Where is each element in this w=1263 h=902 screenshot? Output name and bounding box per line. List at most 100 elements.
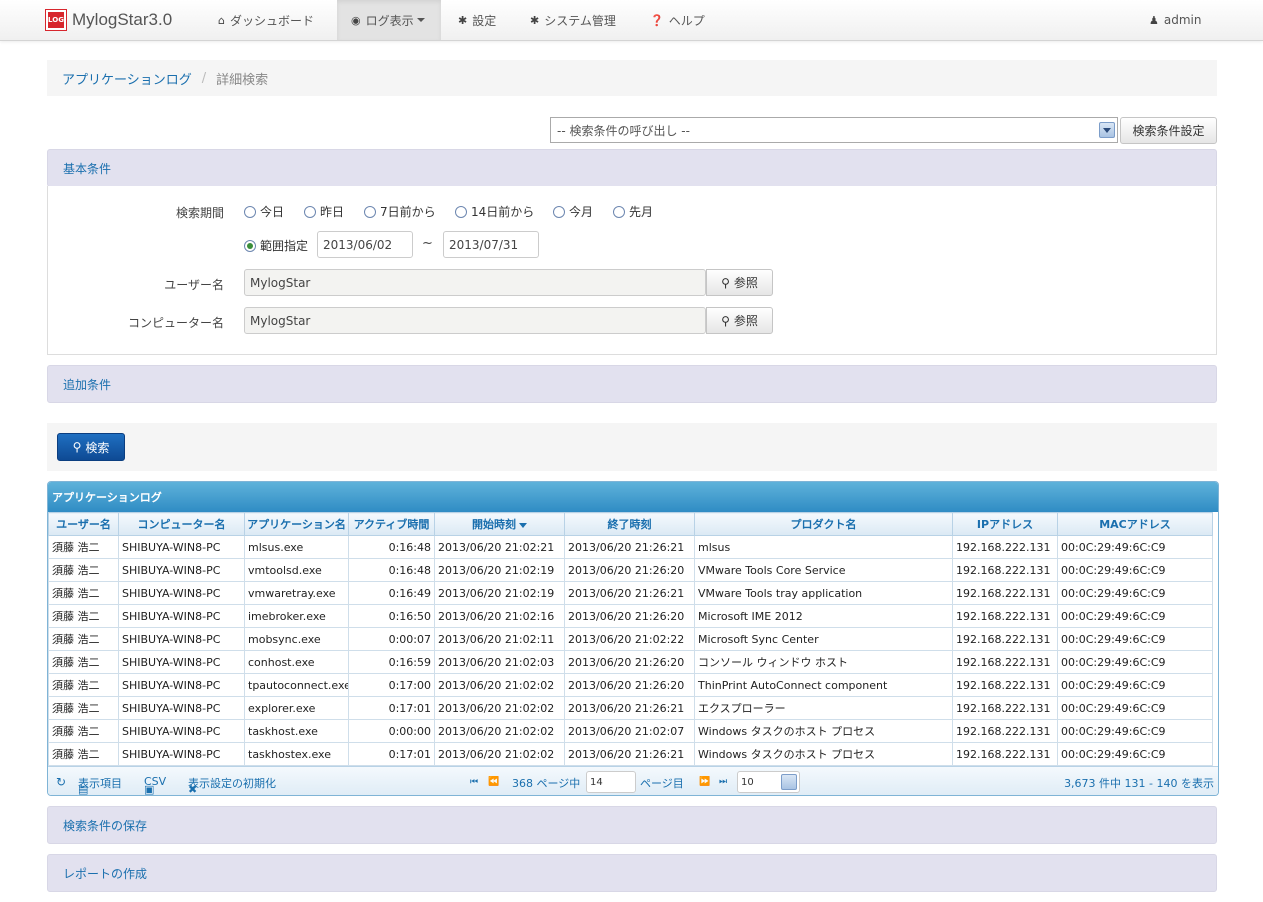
saved-conditions-select[interactable]: -- 検索条件の呼び出し -- (550, 117, 1118, 143)
cell-active-time: 0:16:59 (348, 650, 435, 674)
page-size-select[interactable]: 10 (737, 771, 800, 793)
nav-system[interactable]: ✱ システム管理 (516, 0, 630, 40)
table-row[interactable]: 須藤 浩二 SHIBUYA-WIN8-PC mobsync.exe 0:00:07 20… (48, 627, 1213, 651)
columns-button[interactable]: ▤ 表示項目 (78, 775, 122, 795)
table-row[interactable]: 須藤 浩二 SHIBUYA-WIN8-PC tpautoconnect.exe 0:1… (48, 673, 1213, 697)
nav-help[interactable]: ❓ ヘルプ (636, 0, 719, 40)
col-application[interactable]: アプリケーション名 (244, 512, 349, 536)
page-number-input[interactable]: 14 (586, 771, 636, 793)
table-row[interactable]: 須藤 浩二 SHIBUYA-WIN8-PC explorer.exe 0:17:01 2… (48, 696, 1213, 720)
period-14days-radio[interactable]: 14日前から (455, 203, 534, 220)
col-user[interactable]: ユーザー名 (48, 512, 119, 536)
cell-computer: SHIBUYA-WIN8-PC (118, 719, 245, 743)
period-this-month-radio[interactable]: 今月 (553, 203, 593, 220)
cell-application: vmtoolsd.exe (244, 558, 349, 582)
cell-ip: 192.168.222.131 (952, 673, 1058, 697)
brand[interactable]: LOG MylogStar3.0 (45, 9, 172, 31)
col-mac[interactable]: MACアドレス (1057, 512, 1213, 536)
last-page-icon[interactable]: ⏭ (719, 777, 727, 787)
computer-browse-button[interactable]: ⚲ 参照 (706, 307, 773, 334)
table-row[interactable]: 須藤 浩二 SHIBUYA-WIN8-PC conhost.exe 0:16:59 20… (48, 650, 1213, 674)
cell-product: mlsus (694, 535, 953, 559)
nav-log-view[interactable]: ◉ ログ表示 (337, 0, 441, 40)
reset-view-label: 表示設定の初期化 (188, 777, 276, 790)
col-start-time[interactable]: 開始時刻 (434, 512, 565, 536)
table-body: 須藤 浩二 SHIBUYA-WIN8-PC mlsus.exe 0:16:48 2013… (48, 535, 1213, 766)
col-ip[interactable]: IPアドレス (952, 512, 1058, 536)
cell-mac: 00:0C:29:49:6C:C9 (1057, 581, 1213, 605)
date-from-input[interactable]: 2013/06/02 (317, 231, 413, 258)
chevron-down-icon[interactable] (1099, 122, 1115, 138)
reset-view-button[interactable]: ✖ 表示設定の初期化 (188, 775, 276, 795)
user-name-input[interactable]: MylogStar (244, 269, 706, 296)
create-report-header[interactable]: レポートの作成 (47, 854, 1217, 892)
table-row[interactable]: 須藤 浩二 SHIBUYA-WIN8-PC vmtoolsd.exe 0:16:48 2… (48, 558, 1213, 582)
period-today-radio[interactable]: 今日 (244, 203, 284, 220)
computer-browse-label: 参照 (733, 314, 758, 328)
nav-dashboard[interactable]: ⌂ ダッシュボード (204, 0, 328, 40)
record-summary: 3,673 件中 131 - 140 を表示 (1064, 777, 1214, 790)
table-row[interactable]: 須藤 浩二 SHIBUYA-WIN8-PC mlsus.exe 0:16:48 2013… (48, 535, 1213, 559)
basic-conditions-header[interactable]: 基本条件 (47, 149, 1217, 187)
cell-mac: 00:0C:29:49:6C:C9 (1057, 535, 1213, 559)
cell-user: 須藤 浩二 (48, 742, 119, 766)
col-computer[interactable]: コンピューター名 (118, 512, 245, 536)
table-row[interactable]: 須藤 浩二 SHIBUYA-WIN8-PC taskhost.exe 0:00:00 2… (48, 719, 1213, 743)
period-last-month-radio[interactable]: 先月 (613, 203, 653, 220)
table-row[interactable]: 須藤 浩二 SHIBUYA-WIN8-PC imebroker.exe 0:16:50… (48, 604, 1213, 628)
cell-mac: 00:0C:29:49:6C:C9 (1057, 719, 1213, 743)
prev-page-icon[interactable]: ⏪ (488, 777, 499, 787)
col-end-time[interactable]: 終了時刻 (564, 512, 695, 536)
top-navbar: LOG MylogStar3.0 ⌂ ダッシュボード ◉ ログ表示 ✱ 設定 ✱… (0, 0, 1263, 41)
col-product[interactable]: プロダクト名 (694, 512, 953, 536)
additional-conditions-header[interactable]: 追加条件 (47, 365, 1217, 403)
next-page-icon[interactable]: ⏩ (699, 777, 710, 787)
eye-icon: ◉ (351, 13, 361, 27)
cell-application: mlsus.exe (244, 535, 349, 559)
user-menu[interactable]: ♟ admin (1135, 0, 1215, 40)
cell-start-time: 2013/06/20 21:02:19 (434, 581, 565, 605)
cell-start-time: 2013/06/20 21:02:02 (434, 673, 565, 697)
nav-settings[interactable]: ✱ 設定 (444, 0, 510, 40)
table-row[interactable]: 須藤 浩二 SHIBUYA-WIN8-PC vmwaretray.exe 0:16:4… (48, 581, 1213, 605)
cell-user: 須藤 浩二 (48, 719, 119, 743)
cell-product: VMware Tools tray application (694, 581, 953, 605)
period-14days-label: 14日前から (471, 205, 535, 219)
cell-active-time: 0:16:48 (348, 558, 435, 582)
cell-ip: 192.168.222.131 (952, 604, 1058, 628)
nav-system-label: システム管理 (544, 13, 616, 28)
radio-circle (455, 205, 467, 218)
cell-computer: SHIBUYA-WIN8-PC (118, 558, 245, 582)
cell-product: コンソール ウィンドウ ホスト (694, 650, 953, 674)
cell-mac: 00:0C:29:49:6C:C9 (1057, 696, 1213, 720)
csv-button[interactable]: ▣ CSV (144, 775, 166, 795)
refresh-icon[interactable]: ↻ (56, 775, 66, 789)
condition-settings-button[interactable]: 検索条件設定 (1120, 117, 1217, 144)
search-button-label: 検索 (85, 440, 110, 455)
user-icon: ♟ (1149, 13, 1159, 27)
cell-product: ThinPrint AutoConnect component (694, 673, 953, 697)
date-to-input[interactable]: 2013/07/31 (443, 231, 539, 258)
cell-ip: 192.168.222.131 (952, 535, 1058, 559)
cell-user: 須藤 浩二 (48, 673, 119, 697)
user-browse-button[interactable]: ⚲ 参照 (706, 269, 773, 296)
saved-conditions-value: -- 検索条件の呼び出し -- (557, 123, 690, 138)
question-icon: ❓ (650, 13, 664, 27)
first-page-icon[interactable]: ⏮ (470, 777, 478, 787)
period-range-radio[interactable]: 範囲指定 (244, 237, 308, 254)
nav-help-label: ヘルプ (668, 13, 705, 28)
sort-desc-icon (519, 522, 527, 528)
app-logo: LOG (45, 9, 67, 31)
computer-name-input[interactable]: MylogStar (244, 307, 706, 334)
search-button[interactable]: ⚲ 検索 (57, 433, 125, 461)
breadcrumb-parent[interactable]: アプリケーションログ (62, 69, 192, 88)
cell-application: taskhostex.exe (244, 742, 349, 766)
table-row[interactable]: 須藤 浩二 SHIBUYA-WIN8-PC taskhostex.exe 0:17:0… (48, 742, 1213, 766)
period-7days-radio[interactable]: 7日前から (364, 203, 436, 220)
col-active-time[interactable]: アクティブ時間 (348, 512, 435, 536)
cell-user: 須藤 浩二 (48, 535, 119, 559)
period-yesterday-radio[interactable]: 昨日 (304, 203, 344, 220)
cell-start-time: 2013/06/20 21:02:16 (434, 604, 565, 628)
save-conditions-header[interactable]: 検索条件の保存 (47, 806, 1217, 844)
cell-start-time: 2013/06/20 21:02:02 (434, 719, 565, 743)
